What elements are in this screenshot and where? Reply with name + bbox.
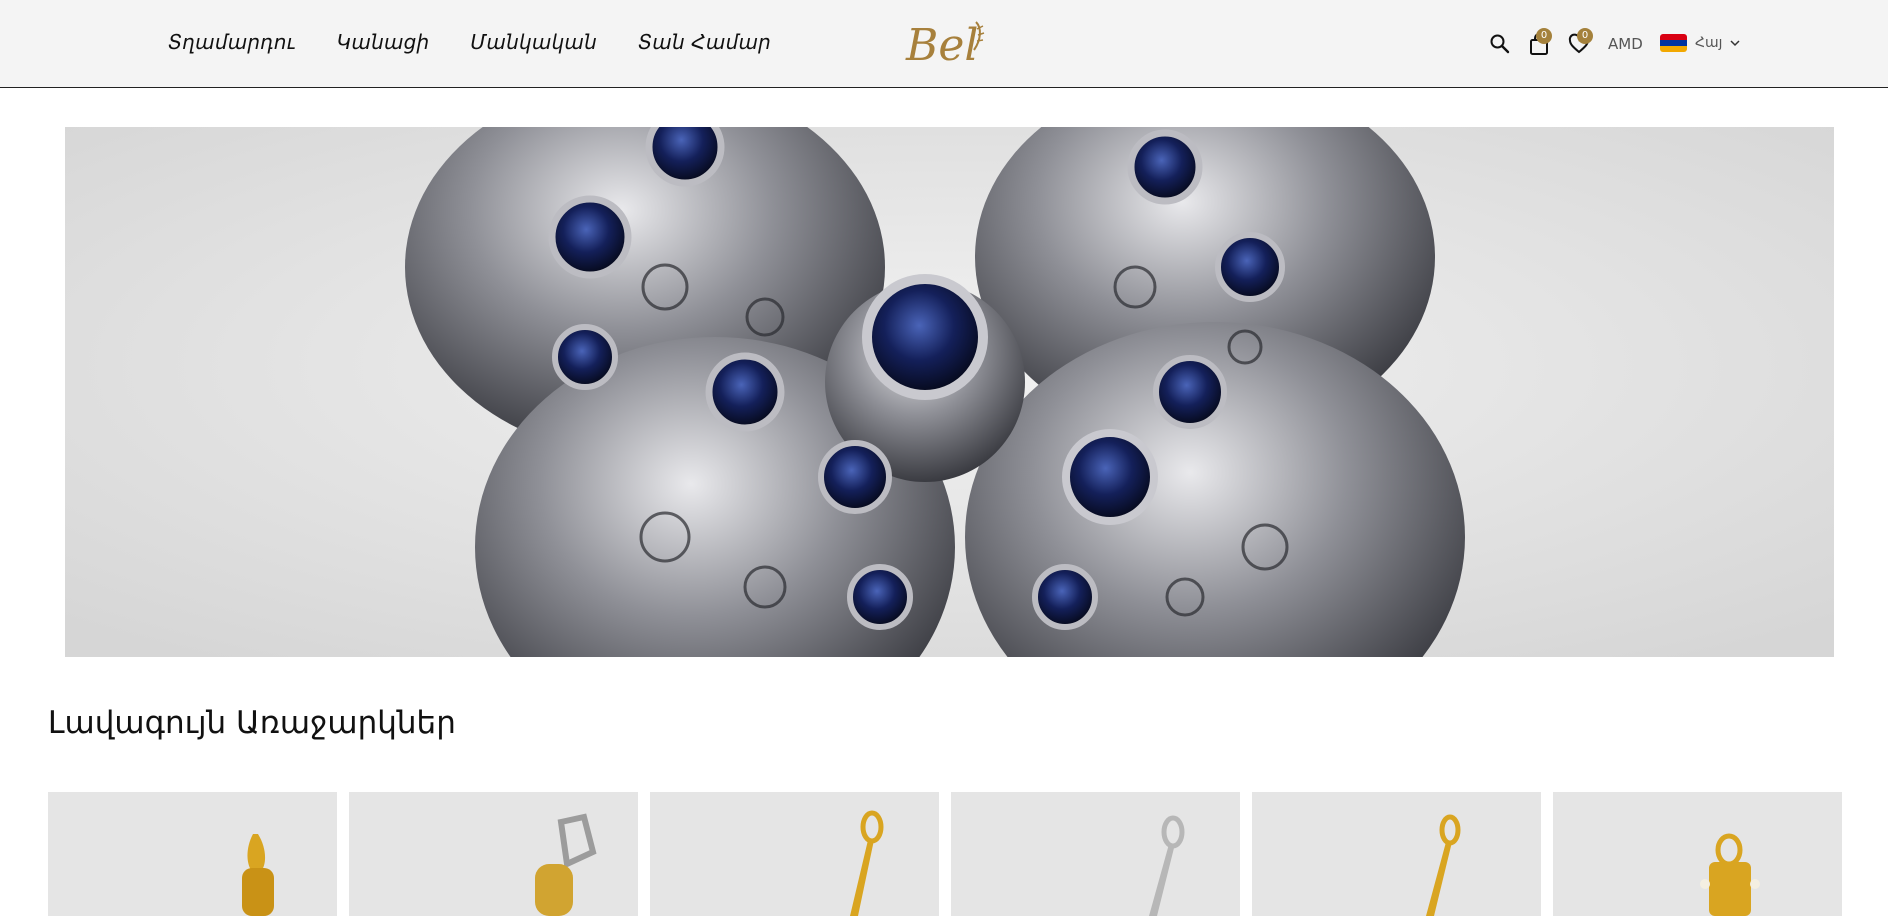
product-card[interactable]: [1252, 792, 1541, 916]
pendant-image: [850, 810, 884, 916]
search-icon[interactable]: [1489, 33, 1511, 55]
nav-women[interactable]: Կանացի: [337, 30, 430, 54]
logo-text: Bel: [905, 20, 978, 70]
product-card[interactable]: [951, 792, 1240, 916]
wishlist-count-badge: 0: [1577, 28, 1593, 44]
currency-selector[interactable]: AMD: [1608, 35, 1643, 53]
language-label: Հայ: [1695, 35, 1723, 51]
section-title: Լավագույն Առաջարկներ: [48, 705, 456, 741]
nav-kids[interactable]: Մանկական: [470, 30, 597, 54]
logo[interactable]: Bel: [904, 12, 994, 71]
site-header: Տղամարդու Կանացի Մանկական Տան Համար Bel …: [0, 0, 1888, 88]
pendant-image: [1149, 815, 1185, 916]
pendant-image: [535, 813, 597, 916]
cart-count-badge: 0: [1536, 28, 1552, 44]
pendant-image: [1700, 833, 1760, 916]
pendant-image: [242, 834, 274, 916]
nav-men[interactable]: Տղամարդու: [168, 30, 296, 54]
jewelry-brooch-image: [65, 127, 1834, 657]
nav-home[interactable]: Տան Համար: [638, 30, 771, 54]
main-navigation: Տղամարդու Կանացի Մանկական Տան Համար: [168, 30, 771, 54]
product-card[interactable]: [349, 792, 638, 916]
chevron-down-icon: [1730, 40, 1740, 47]
hero-banner[interactable]: [65, 127, 1834, 657]
logo-mark: Bel: [905, 20, 985, 71]
product-row: [48, 792, 1842, 916]
language-selector[interactable]: Հայ: [1660, 34, 1740, 52]
armenia-flag-icon: [1660, 34, 1687, 52]
product-card[interactable]: [650, 792, 939, 916]
product-card[interactable]: [48, 792, 337, 916]
product-card[interactable]: [1553, 792, 1842, 916]
pendant-image: [1426, 814, 1461, 916]
